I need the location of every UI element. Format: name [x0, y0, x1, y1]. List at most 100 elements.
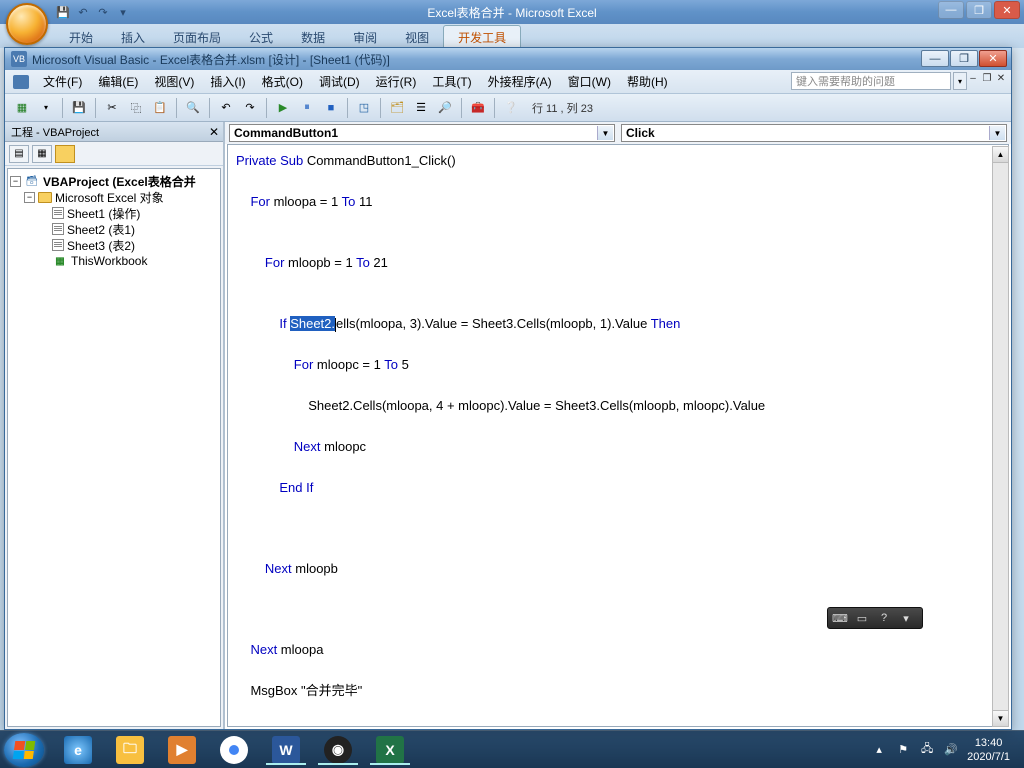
excel-minimize-button[interactable]: — [938, 1, 964, 19]
menu-insert[interactable]: 插入(I) [202, 70, 253, 93]
procedure-dropdown[interactable]: Click ▼ [621, 124, 1007, 142]
tree-item-sheet2[interactable]: Sheet2 (表1) [10, 221, 218, 237]
qat-dropdown-icon[interactable]: ▾ [115, 4, 131, 20]
insert-module-dropdown-icon[interactable]: ▾ [35, 97, 57, 119]
tree-item-thisworkbook[interactable]: ▦ ThisWorkbook [10, 253, 218, 269]
toolbox-icon[interactable]: 🧰 [467, 97, 489, 119]
ribbon-tab-home[interactable]: 开始 [55, 26, 107, 48]
help-icon[interactable]: ❔ [500, 97, 522, 119]
view-object-icon[interactable]: ▦ [32, 145, 52, 163]
run-icon[interactable]: ▶ [272, 97, 294, 119]
worksheet-icon [52, 223, 64, 235]
help-search-dropdown[interactable]: ▾ [953, 72, 967, 90]
vba-system-menu-icon[interactable] [13, 75, 29, 89]
tree-project-root[interactable]: − 🗃 VBAProject (Excel表格合并 [10, 173, 218, 189]
excel-close-button[interactable]: ✕ [994, 1, 1020, 19]
vertical-scrollbar[interactable]: ▲ ▼ [992, 146, 1009, 727]
menu-file[interactable]: 文件(F) [35, 70, 90, 93]
taskbar-ie[interactable]: e [54, 734, 102, 766]
save-icon[interactable]: 💾 [68, 97, 90, 119]
tray-volume-icon[interactable]: 🔊 [943, 742, 959, 758]
taskbar-clock[interactable]: 13:40 2020/7/1 [967, 736, 1010, 764]
menu-window[interactable]: 窗口(W) [560, 70, 619, 93]
toolbar-separator [380, 98, 381, 118]
menu-debug[interactable]: 调试(D) [311, 70, 368, 93]
ime-input-icon[interactable]: ▭ [854, 610, 870, 626]
object-browser-icon[interactable]: 🔎 [434, 97, 456, 119]
tree-collapse-icon[interactable]: − [24, 192, 35, 203]
copy-icon[interactable]: ⿻ [125, 97, 147, 119]
project-tree[interactable]: − 🗃 VBAProject (Excel表格合并 − Microsoft Ex… [7, 168, 221, 727]
redo-icon[interactable]: ↷ [239, 97, 261, 119]
tray-expand-icon[interactable]: ▴ [871, 742, 887, 758]
ribbon-tab-view[interactable]: 视图 [391, 26, 443, 48]
vba-minimize-button[interactable]: — [921, 50, 949, 67]
tree-folder-excel-objects[interactable]: − Microsoft Excel 对象 [10, 189, 218, 205]
undo-icon[interactable]: ↶ [75, 4, 91, 20]
break-icon[interactable]: ⏸ [296, 97, 318, 119]
ribbon-tab-formulas[interactable]: 公式 [235, 26, 287, 48]
menu-help[interactable]: 帮助(H) [619, 70, 676, 93]
properties-icon[interactable]: ☰ [410, 97, 432, 119]
taskbar-obs[interactable]: ◉ [314, 734, 362, 766]
tray-network-icon[interactable]: 🖧 [919, 742, 935, 758]
office-button[interactable] [6, 3, 48, 45]
design-mode-icon[interactable]: ◳ [353, 97, 375, 119]
ime-keyboard-icon[interactable]: ⌨ [832, 610, 848, 626]
paste-icon[interactable]: 📋 [149, 97, 171, 119]
ribbon-tab-review[interactable]: 审阅 [339, 26, 391, 48]
find-icon[interactable]: 🔍 [182, 97, 204, 119]
code-editor[interactable]: Private Sub CommandButton1_Click() For m… [227, 144, 1009, 727]
tray-flag-icon[interactable]: ⚑ [895, 742, 911, 758]
save-icon[interactable]: 💾 [55, 4, 71, 20]
taskbar-excel[interactable]: X [366, 734, 414, 766]
toolbar-separator [494, 98, 495, 118]
taskbar-media[interactable]: ▶ [158, 734, 206, 766]
taskbar-word[interactable]: W [262, 734, 310, 766]
ime-toolbar[interactable]: ⌨ ▭ ? ▾ [827, 607, 923, 629]
menu-view[interactable]: 视图(V) [146, 70, 202, 93]
object-dropdown[interactable]: CommandButton1 ▼ [229, 124, 615, 142]
ribbon-tab-layout[interactable]: 页面布局 [159, 26, 235, 48]
view-code-icon[interactable]: ▤ [9, 145, 29, 163]
ribbon-tab-data[interactable]: 数据 [287, 26, 339, 48]
vba-close-button[interactable]: ✕ [979, 50, 1007, 67]
scroll-up-icon[interactable]: ▲ [993, 147, 1008, 163]
mdi-close[interactable]: ✕ [995, 73, 1007, 84]
menu-run[interactable]: 运行(R) [368, 70, 425, 93]
ribbon-tab-insert[interactable]: 插入 [107, 26, 159, 48]
menu-addins[interactable]: 外接程序(A) [480, 70, 560, 93]
chevron-down-icon[interactable]: ▼ [989, 126, 1005, 140]
redo-icon[interactable]: ↷ [95, 4, 111, 20]
ime-options-icon[interactable]: ▾ [898, 610, 914, 626]
project-pane-close[interactable]: ✕ [209, 125, 219, 139]
menu-format[interactable]: 格式(O) [254, 70, 311, 93]
menu-edit[interactable]: 编辑(E) [90, 70, 146, 93]
mdi-minimize[interactable]: – [967, 73, 979, 84]
ribbon-tab-developer[interactable]: 开发工具 [443, 25, 521, 48]
excel-restore-button[interactable]: ❐ [966, 1, 992, 19]
vba-restore-button[interactable]: ❐ [950, 50, 978, 67]
tree-item-sheet3[interactable]: Sheet3 (表2) [10, 237, 218, 253]
reset-icon[interactable]: ■ [320, 97, 342, 119]
mdi-restore[interactable]: ❐ [981, 73, 993, 84]
toolbar-separator [62, 98, 63, 118]
code-nav-dropdowns: CommandButton1 ▼ Click ▼ [225, 122, 1011, 144]
project-explorer-icon[interactable]: 🗂 [386, 97, 408, 119]
ime-help-icon[interactable]: ? [876, 610, 892, 626]
code-pane: CommandButton1 ▼ Click ▼ Private Sub Com… [225, 122, 1011, 729]
undo-icon[interactable]: ↶ [215, 97, 237, 119]
chevron-down-icon[interactable]: ▼ [597, 126, 613, 140]
taskbar-explorer[interactable]: 🗀 [106, 734, 154, 766]
menu-tools[interactable]: 工具(T) [424, 70, 479, 93]
toggle-folders-icon[interactable] [55, 145, 75, 163]
cut-icon[interactable]: ✂ [101, 97, 123, 119]
tree-item-sheet1[interactable]: Sheet1 (操作) [10, 205, 218, 221]
taskbar-chrome[interactable] [210, 734, 258, 766]
help-search-input[interactable]: 键入需要帮助的问题 [791, 72, 951, 90]
view-excel-icon[interactable]: ▦ [11, 97, 33, 119]
scroll-down-icon[interactable]: ▼ [993, 710, 1008, 726]
tree-collapse-icon[interactable]: − [10, 176, 21, 187]
start-button[interactable] [4, 733, 44, 767]
windows-logo-icon [13, 741, 36, 759]
